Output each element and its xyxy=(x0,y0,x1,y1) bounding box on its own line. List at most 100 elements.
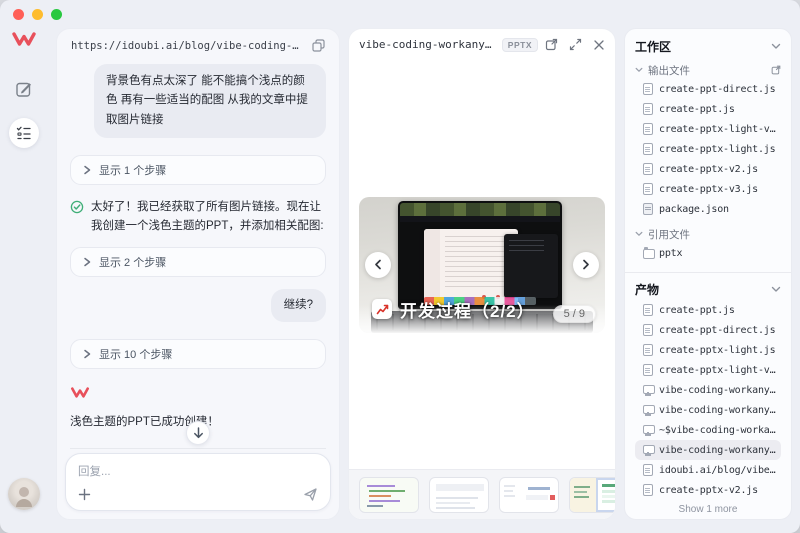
next-slide-button[interactable] xyxy=(573,252,599,278)
steps-toggle-1[interactable]: 显示 1 个步骤 xyxy=(70,155,326,185)
slide-thumbnail-2[interactable] xyxy=(429,477,489,513)
compose-icon xyxy=(15,80,33,98)
file-name: create-ppt-direct.js xyxy=(659,325,775,336)
file-item[interactable]: create-ppt-direct.js xyxy=(635,79,781,99)
file-icon xyxy=(643,344,653,356)
chevron-right-icon xyxy=(582,259,590,270)
send-icon[interactable] xyxy=(303,487,318,502)
chevron-down-icon xyxy=(635,231,643,237)
reply-input[interactable]: 回复... xyxy=(65,453,331,511)
prev-slide-button[interactable] xyxy=(365,252,391,278)
reply-placeholder: 回复... xyxy=(78,463,318,479)
chevron-down-icon xyxy=(771,43,781,50)
success-check-icon xyxy=(70,200,84,214)
copy-icon[interactable] xyxy=(312,39,325,52)
chat-messages: 背景色有点太深了 能不能搞个浅点的颜色 再有一些适当的配图 从我的文章中提取图片… xyxy=(57,54,339,453)
artifact-item[interactable]: ~$vibe-coding-workany-v… xyxy=(635,420,781,440)
assistant-logo-icon xyxy=(70,386,326,404)
file-item[interactable]: create-ppt.js xyxy=(635,99,781,119)
file-name: ~$vibe-coding-workany-v… xyxy=(659,425,776,436)
new-chat-button[interactable] xyxy=(9,74,39,104)
artifacts-list: create-ppt.js create-ppt-direct.js creat… xyxy=(635,300,781,500)
output-files-list: create-ppt-direct.js create-ppt.js creat… xyxy=(635,79,781,219)
source-url-link[interactable]: https://idoubi.ai/blog/vibe-coding-worka… xyxy=(71,40,304,52)
file-name: create-ppt-direct.js xyxy=(659,84,775,95)
file-icon xyxy=(643,364,653,376)
artifact-item[interactable]: create-ppt.js xyxy=(635,300,781,320)
section-divider xyxy=(625,272,791,273)
file-name: create-pptx-v2.js xyxy=(659,164,758,175)
reference-files-list: pptx xyxy=(635,243,781,263)
file-icon xyxy=(643,404,653,416)
slide-thumbnail-4[interactable] xyxy=(569,477,615,513)
user-avatar[interactable] xyxy=(8,478,40,510)
titlebar xyxy=(0,0,800,28)
file-icon xyxy=(643,384,653,396)
file-item[interactable]: create-pptx-v3.js xyxy=(635,179,781,199)
minimize-window-button[interactable] xyxy=(32,9,43,20)
close-icon[interactable] xyxy=(593,39,605,51)
external-link-icon[interactable] xyxy=(771,65,781,75)
chevron-right-icon xyxy=(83,349,91,359)
assistant-note: 太好了！我已经获取了所有图片链接。现在让我创建一个浅色主题的PPT，并添加相关配… xyxy=(70,198,326,236)
steps-toggle-3[interactable]: 显示 10 个步骤 xyxy=(70,339,326,369)
workspace-header[interactable]: 工作区 xyxy=(635,38,781,55)
file-name: create-pptx-light-v2.js xyxy=(659,124,776,135)
user-message: 继续? xyxy=(271,289,326,322)
file-name: create-pptx-light.js xyxy=(659,345,775,356)
artifacts-header[interactable]: 产物 xyxy=(635,281,781,298)
file-item[interactable]: create-pptx-v2.js xyxy=(635,159,781,179)
file-item[interactable]: package.json xyxy=(635,199,781,219)
slide-caption: 开发过程（2/2） xyxy=(372,297,535,322)
artifact-item[interactable]: vibe-coding-workany.pptx xyxy=(635,380,781,400)
close-window-button[interactable] xyxy=(13,9,24,20)
expand-icon[interactable] xyxy=(569,38,582,51)
message-divider xyxy=(70,448,326,449)
file-name: vibe-coding-workany-lig… xyxy=(659,405,776,416)
file-icon xyxy=(643,143,653,155)
file-item[interactable]: pptx xyxy=(635,243,781,263)
chevron-down-icon xyxy=(771,286,781,293)
file-name: create-ppt.js xyxy=(659,305,735,316)
file-icon xyxy=(643,163,653,175)
artifact-item[interactable]: vibe-coding-workany-v2.… xyxy=(635,440,781,460)
app-logo-icon[interactable] xyxy=(11,31,37,52)
plus-attach-button[interactable] xyxy=(78,488,91,501)
task-list-icon xyxy=(16,125,32,141)
slide-thumbnail-3[interactable] xyxy=(499,477,559,513)
show-more-button[interactable]: Show 1 more xyxy=(635,504,781,515)
file-icon xyxy=(643,304,653,316)
file-name: package.json xyxy=(659,204,729,215)
chat-panel: https://idoubi.ai/blog/vibe-coding-worka… xyxy=(56,28,340,520)
file-name: create-pptx-v2.js xyxy=(659,485,758,496)
open-external-icon[interactable] xyxy=(545,38,558,51)
file-icon xyxy=(643,83,653,95)
scroll-to-bottom-button[interactable] xyxy=(186,421,210,445)
file-name: create-pptx-light.js xyxy=(659,144,775,155)
file-name: create-ppt.js xyxy=(659,104,735,115)
output-files-header[interactable]: 输出文件 xyxy=(635,63,781,77)
file-name: create-pptx-v3.js xyxy=(659,184,758,195)
file-icon xyxy=(643,484,653,496)
file-item[interactable]: create-pptx-light.js xyxy=(635,139,781,159)
file-item[interactable]: create-pptx-light-v2.js xyxy=(635,119,781,139)
artifact-item[interactable]: idoubi.ai/blog/vibe-cod… xyxy=(635,460,781,480)
carousel: 开发过程（2/2） 5 / 9 xyxy=(349,60,615,469)
steps-toggle-2[interactable]: 显示 2 个步骤 xyxy=(70,247,326,277)
chart-icon xyxy=(372,299,392,319)
reference-files-header[interactable]: 引用文件 xyxy=(635,227,781,241)
zoom-window-button[interactable] xyxy=(51,9,62,20)
file-name: idoubi.ai/blog/vibe-cod… xyxy=(659,465,776,476)
output-files-label: 输出文件 xyxy=(648,63,690,78)
filetype-badge: PPTX xyxy=(502,38,538,52)
workspace-panel: 工作区 输出文件 create-ppt-direct.js xyxy=(624,28,792,520)
artifact-item[interactable]: create-pptx-light-v2.js xyxy=(635,360,781,380)
artifact-item[interactable]: create-pptx-light.js xyxy=(635,340,781,360)
chevron-right-icon xyxy=(83,165,91,175)
slide-thumbnail-1[interactable] xyxy=(359,477,419,513)
file-name: vibe-coding-workany.pptx xyxy=(659,385,776,396)
task-list-button[interactable] xyxy=(9,118,39,148)
artifact-item[interactable]: vibe-coding-workany-lig… xyxy=(635,400,781,420)
artifact-item[interactable]: create-ppt-direct.js xyxy=(635,320,781,340)
artifact-item[interactable]: create-pptx-v2.js xyxy=(635,480,781,500)
